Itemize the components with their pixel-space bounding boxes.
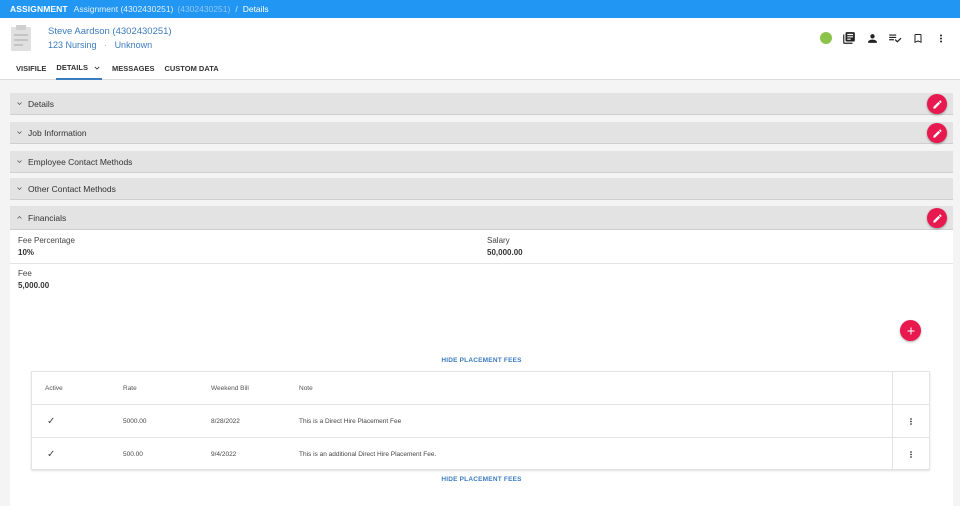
section-financials[interactable]: Financials xyxy=(10,206,953,230)
salary-value: 50,000.00 xyxy=(487,248,523,257)
edit-details-button[interactable] xyxy=(927,94,947,114)
section-employee-contact-title: Employee Contact Methods xyxy=(28,156,133,167)
record-client-link[interactable]: 123 Nursing xyxy=(48,40,97,50)
tab-custom-data[interactable]: CUSTOM DATA xyxy=(164,58,218,80)
row-menu-button[interactable] xyxy=(893,438,929,471)
more-vert-icon xyxy=(910,418,912,425)
chevron-down-icon xyxy=(10,184,28,193)
pencil-icon xyxy=(932,99,942,109)
tab-details[interactable]: DETAILS xyxy=(56,58,102,80)
section-job-information[interactable]: Job Information xyxy=(10,122,953,144)
chevron-down-icon xyxy=(10,128,28,137)
column-header-note[interactable]: Note xyxy=(299,372,313,405)
tab-custom-data-label: CUSTOM DATA xyxy=(164,64,219,73)
assignment-clipboard-icon xyxy=(11,25,31,51)
checklist-button[interactable] xyxy=(884,30,906,46)
section-details-title: Details xyxy=(28,98,54,109)
header-actions xyxy=(814,30,952,46)
weekend-bill-cell: 8/28/2022 xyxy=(211,418,240,425)
rate-cell: 500.00 xyxy=(123,451,143,458)
rate-cell: 5000.00 xyxy=(123,418,147,425)
breadcrumb-bar: ASSIGNMENT Assignment (4302430251) (4302… xyxy=(0,0,960,18)
edit-job-information-button[interactable] xyxy=(927,123,947,143)
fee-label: Fee xyxy=(18,269,32,278)
tab-visifile-label: VISIFILE xyxy=(16,64,47,73)
column-header-weekend-bill[interactable]: Weekend Bill xyxy=(211,372,249,405)
bookmark-button[interactable] xyxy=(907,30,929,46)
pencil-icon xyxy=(932,213,942,223)
entity-type-label: ASSIGNMENT xyxy=(10,4,68,14)
financials-panel: Fee Percentage 10% Salary 50,000.00 Fee … xyxy=(10,230,953,506)
tab-bar: VISIFILE DETAILS MESSAGES CUSTOM DATA xyxy=(0,58,960,80)
fee-percentage-label: Fee Percentage xyxy=(18,236,75,245)
section-employee-contact-methods[interactable]: Employee Contact Methods xyxy=(10,151,953,173)
library-books-button[interactable] xyxy=(838,30,860,46)
plus-icon xyxy=(907,327,914,334)
fee-field: Fee 5,000.00 xyxy=(18,269,49,290)
add-placement-fee-button[interactable] xyxy=(900,320,921,341)
chevron-down-icon xyxy=(10,99,28,108)
section-job-information-title: Job Information xyxy=(28,127,87,138)
breadcrumb-id: (4302430251) xyxy=(177,4,231,14)
bookmark-icon xyxy=(914,33,922,43)
record-header: Steve Aardson (4302430251) 123 Nursing ·… xyxy=(0,18,960,58)
hide-placement-fees-link-bottom[interactable]: HIDE PLACEMENT FEES xyxy=(10,476,953,483)
more-vert-icon xyxy=(910,451,912,458)
column-header-rate[interactable]: Rate xyxy=(123,372,137,405)
breadcrumb-separator: / xyxy=(235,4,238,14)
row-menu-button[interactable] xyxy=(893,405,929,438)
record-name-link[interactable]: Steve Aardson (4302430251) xyxy=(48,26,172,37)
tab-details-label: DETAILS xyxy=(56,63,88,72)
table-row: ✓ 5000.00 8/28/2022 This is a Direct Hir… xyxy=(32,405,929,438)
edit-financials-button[interactable] xyxy=(927,208,947,228)
fee-percentage-field: Fee Percentage 10% xyxy=(18,236,75,257)
placement-fees-table: Active Rate Weekend Bill Note ✓ 5000.00 … xyxy=(31,371,930,471)
more-options-button[interactable] xyxy=(930,30,952,46)
table-row: ✓ 500.00 9/4/2022 This is an additional … xyxy=(32,438,929,471)
chevron-down-icon xyxy=(10,157,28,166)
subtitle-dot: · xyxy=(104,40,108,50)
table-header-row: Active Rate Weekend Bill Note xyxy=(32,372,929,405)
tab-messages[interactable]: MESSAGES xyxy=(112,58,155,80)
section-other-contact-title: Other Contact Methods xyxy=(28,183,116,194)
tab-messages-label: MESSAGES xyxy=(111,64,155,73)
salary-label: Salary xyxy=(487,236,510,245)
playlist-check-icon xyxy=(889,34,902,43)
note-cell: This is a Direct Hire Placement Fee xyxy=(299,418,402,425)
column-header-active[interactable]: Active xyxy=(45,372,63,405)
section-financials-title: Financials xyxy=(28,212,67,223)
person-button[interactable] xyxy=(861,30,883,46)
tab-visifile[interactable]: VISIFILE xyxy=(16,58,46,80)
status-dot-icon xyxy=(820,32,832,44)
weekend-bill-cell: 9/4/2022 xyxy=(211,451,237,458)
record-status-link[interactable]: Unknown xyxy=(115,40,153,50)
chevron-down-icon xyxy=(94,66,100,70)
divider xyxy=(476,263,953,264)
salary-field: Salary 50,000.00 xyxy=(487,236,523,257)
hide-placement-fees-link[interactable]: HIDE PLACEMENT FEES xyxy=(10,357,953,364)
fee-percentage-value: 10% xyxy=(18,248,35,257)
breadcrumb-assignment[interactable]: Assignment (4302430251) xyxy=(74,4,174,14)
active-check-icon: ✓ xyxy=(47,416,56,427)
record-subtitle: 123 Nursing · Unknown xyxy=(48,40,152,50)
section-other-contact-methods[interactable]: Other Contact Methods xyxy=(10,178,953,200)
person-icon xyxy=(867,33,877,43)
more-vert-icon xyxy=(940,34,942,42)
fee-value: 5,000.00 xyxy=(18,281,50,290)
pencil-icon xyxy=(932,128,942,138)
divider xyxy=(10,263,476,264)
library-books-icon xyxy=(843,32,855,44)
breadcrumb-current: Details xyxy=(242,4,269,14)
status-indicator[interactable] xyxy=(815,30,837,46)
active-check-icon: ✓ xyxy=(47,449,56,460)
section-details[interactable]: Details xyxy=(10,93,953,115)
chevron-up-icon xyxy=(10,213,28,222)
note-cell: This is an additional Direct Hire Placem… xyxy=(299,451,437,458)
